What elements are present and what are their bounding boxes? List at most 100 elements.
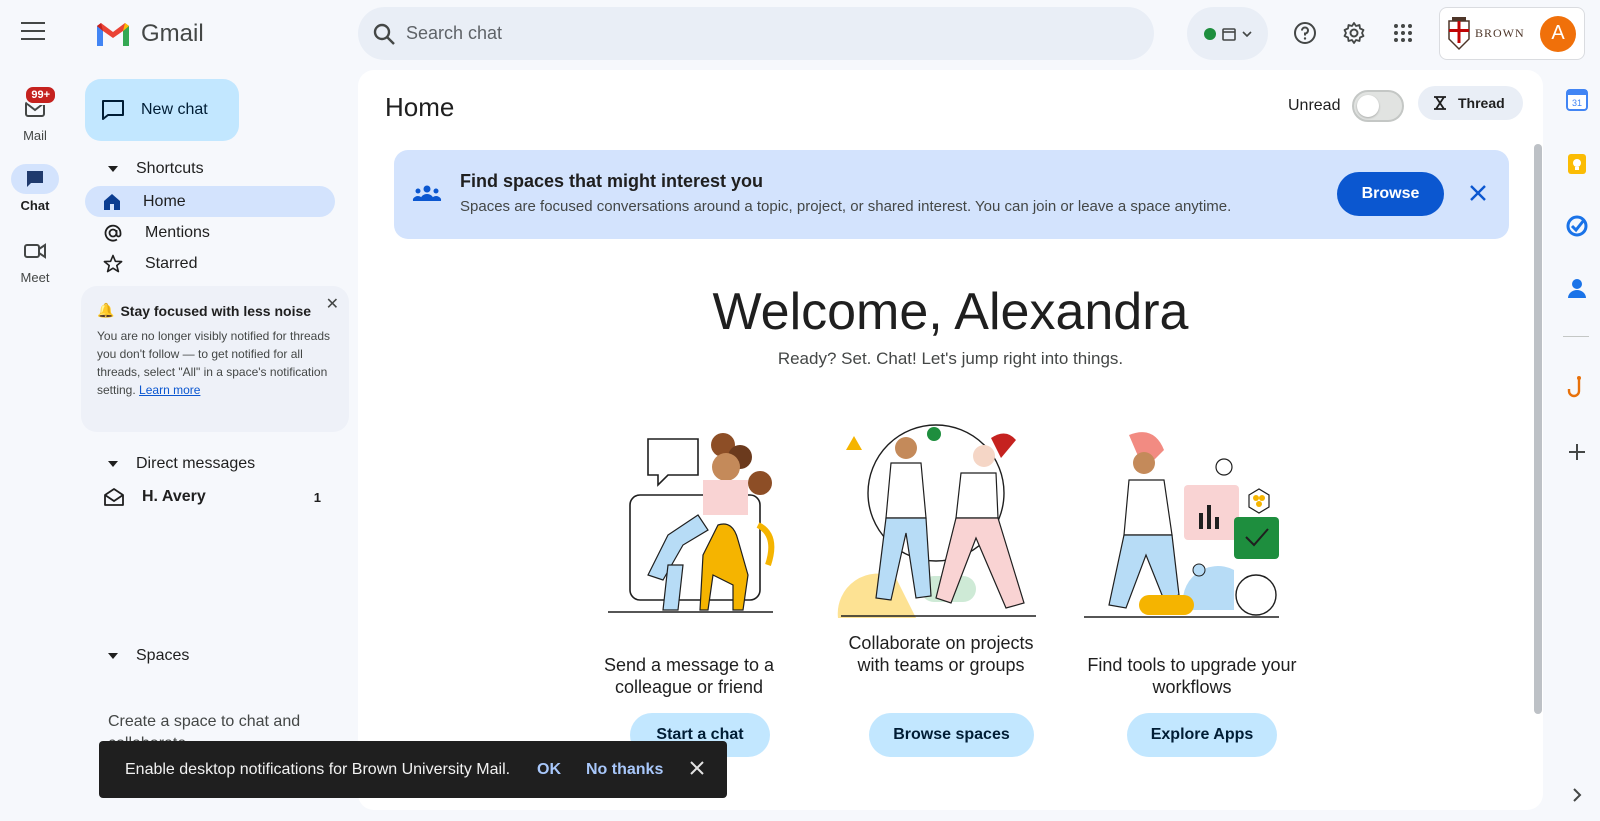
keep-icon[interactable]	[1557, 144, 1597, 184]
gmail-m-icon	[97, 23, 129, 46]
scrollbar[interactable]	[1534, 144, 1542, 714]
settings-gear-icon[interactable]	[1334, 13, 1374, 53]
rail-label-chat: Chat	[20, 198, 50, 213]
rail-label-mail: Mail	[23, 128, 47, 143]
search-input[interactable]	[406, 23, 1006, 44]
rail-item-chat[interactable]: Chat	[5, 164, 65, 213]
direct-messages-header-label: Direct messages	[136, 455, 256, 472]
unread-toggle[interactable]	[1352, 90, 1405, 122]
unread-label: Unread	[1288, 97, 1341, 114]
feature-text-apps: Find tools to upgrade your workflows	[1087, 655, 1297, 697]
new-chat-label: New chat	[141, 101, 208, 118]
chevron-down-icon	[1241, 30, 1252, 37]
shortcut-home-label: Home	[143, 192, 186, 210]
feature-text-chat: Send a message to a colleague or friend	[603, 655, 775, 697]
rail-item-mail[interactable]: 99+ Mail	[5, 85, 65, 143]
browse-spaces-button[interactable]: Browse spaces	[869, 713, 1034, 757]
caret-down-icon	[108, 166, 118, 172]
focus-tip-title-text: Stay focused with less noise	[120, 302, 312, 319]
shortcut-home[interactable]: Home	[85, 186, 335, 217]
spaces-header-label: Spaces	[136, 647, 190, 664]
search-icon[interactable]	[372, 22, 396, 46]
new-chat-button[interactable]: New chat	[85, 79, 239, 141]
focus-tip-card: 🔔 Stay focused with less noise You are n…	[81, 286, 349, 432]
at-sign-icon	[104, 224, 122, 242]
learn-more-link[interactable]: Learn more	[139, 383, 200, 397]
people-group-icon	[412, 185, 442, 201]
main-menu-icon[interactable]	[21, 22, 45, 42]
side-panel-divider	[1563, 336, 1589, 337]
spaces-header[interactable]: Spaces	[104, 647, 189, 665]
chat-compose-icon	[102, 100, 124, 120]
close-icon[interactable]	[1464, 180, 1492, 208]
add-on-hook-icon[interactable]	[1557, 368, 1597, 408]
focus-tip-body: You are no longer visibly notified for t…	[97, 327, 333, 399]
thread-icon	[1434, 96, 1446, 110]
status-selector[interactable]	[1187, 7, 1268, 60]
banner-title: Find spaces that might interest you	[460, 171, 764, 191]
tools-workflow-illustration	[1084, 432, 1279, 618]
apps-grid-icon[interactable]	[1383, 13, 1423, 53]
shortcut-starred[interactable]: Starred	[85, 248, 335, 279]
browse-button[interactable]: Browse	[1337, 172, 1444, 216]
snackbar-no-thanks-button[interactable]: No thanks	[586, 761, 663, 779]
welcome-subtitle: Ready? Set. Chat! Let's jump right into …	[777, 349, 1124, 368]
collaborating-people-illustration	[837, 424, 1036, 618]
chevron-right-icon[interactable]	[1557, 775, 1597, 815]
tasks-icon[interactable]	[1557, 206, 1597, 246]
dm-name: H. Avery	[142, 488, 206, 505]
svg-text:31: 31	[1572, 98, 1582, 108]
home-icon	[104, 193, 120, 210]
avatar[interactable]: A	[1540, 15, 1576, 52]
chat-icon	[11, 164, 59, 194]
shortcuts-header[interactable]: Shortcuts	[104, 160, 204, 178]
shortcuts-header-label: Shortcuts	[136, 160, 204, 177]
welcome-heading: Welcome, Alexandra	[712, 283, 1189, 341]
feature-text-spaces: Collaborate on projects with teams or gr…	[848, 633, 1034, 675]
app-name: Gmail	[141, 20, 204, 47]
direct-messages-header[interactable]: Direct messages	[104, 455, 255, 473]
contacts-icon[interactable]	[1557, 268, 1597, 308]
rail-item-meet[interactable]: Meet	[5, 236, 65, 285]
close-icon[interactable]	[689, 760, 705, 779]
snackbar-message: Enable desktop notifications for Brown U…	[125, 760, 511, 778]
thread-button[interactable]: Thread	[1418, 86, 1523, 120]
active-status-dot	[1203, 27, 1216, 40]
dm-item[interactable]: H. Avery 1	[104, 484, 329, 510]
account-switcher[interactable]: BROWN A	[1439, 7, 1585, 60]
unread-filter[interactable]: Unread	[1288, 90, 1405, 122]
brown-shield-icon	[1448, 16, 1470, 50]
gmail-logo[interactable]: Gmail	[95, 18, 204, 50]
notification-snackbar: Enable desktop notifications for Brown U…	[99, 741, 727, 798]
spaces-banner: Find spaces that might interest you Spac…	[394, 150, 1509, 239]
org-name: BROWN	[1475, 26, 1525, 40]
shortcut-starred-label: Starred	[145, 254, 198, 272]
dm-unread-count: 1	[313, 489, 321, 505]
focus-tip-body-text: You are no longer visibly notified for t…	[97, 329, 331, 397]
close-icon[interactable]: ✕	[326, 294, 339, 314]
focus-tip-title: 🔔 Stay focused with less noise	[97, 302, 333, 319]
rail-label-meet: Meet	[20, 270, 50, 285]
snackbar-ok-button[interactable]: OK	[537, 761, 561, 779]
calendar-icon[interactable]: 31	[1557, 80, 1597, 120]
star-icon	[103, 254, 123, 272]
org-logo: BROWN	[1448, 16, 1525, 51]
search-bar[interactable]	[358, 7, 1154, 60]
main-panel: Home Unread Thread Find spaces that migh…	[358, 70, 1543, 810]
page-title: Home	[385, 92, 455, 122]
banner-body: Spaces are focused conversations around …	[460, 198, 1232, 215]
thread-label: Thread	[1458, 95, 1505, 111]
explore-apps-button[interactable]: Explore Apps	[1127, 713, 1277, 757]
help-icon[interactable]	[1285, 13, 1325, 53]
caret-down-icon	[108, 461, 118, 467]
calendar-status-icon	[1221, 27, 1236, 41]
person-with-dog-illustration	[608, 433, 775, 613]
envelope-open-icon	[104, 488, 124, 506]
shortcut-mentions-label: Mentions	[145, 223, 210, 241]
video-camera-icon	[11, 236, 59, 266]
bell-icon: 🔔	[97, 302, 115, 318]
unread-badge: 99+	[24, 85, 57, 105]
add-icon[interactable]	[1557, 432, 1597, 472]
shortcut-mentions[interactable]: Mentions	[85, 217, 335, 248]
caret-down-icon	[108, 653, 118, 659]
